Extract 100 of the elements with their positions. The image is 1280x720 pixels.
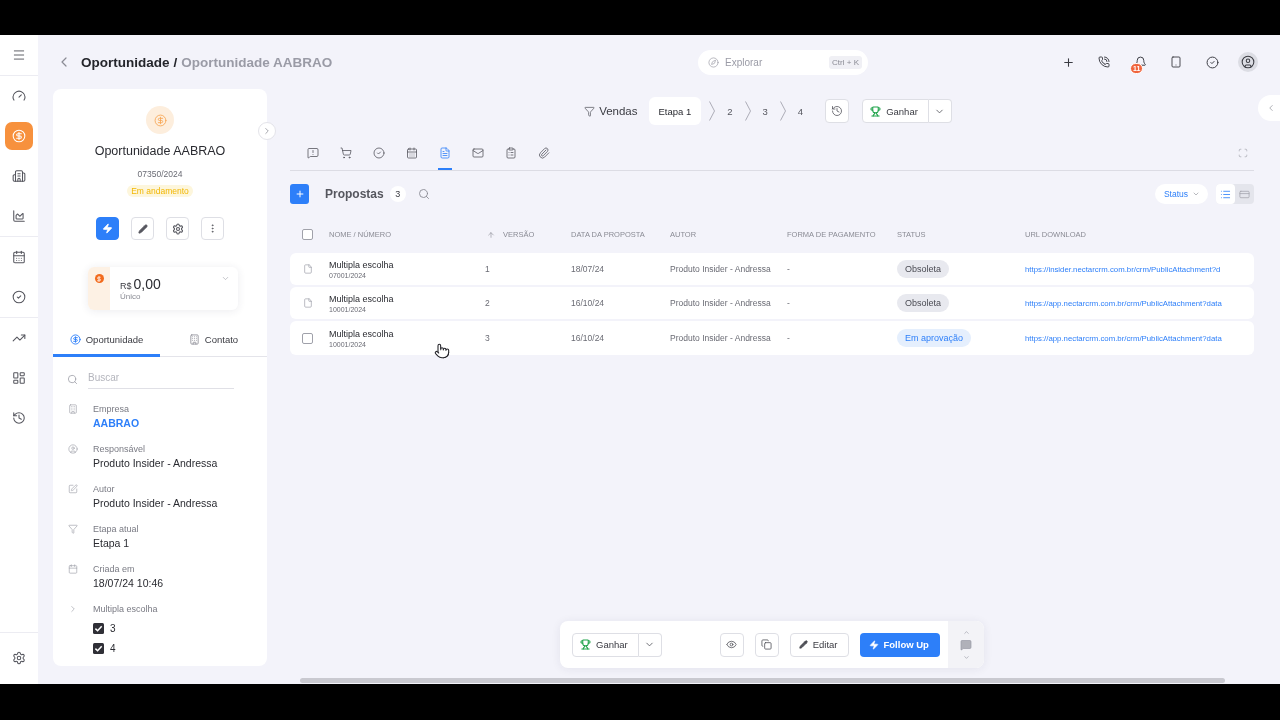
field-value: 18/07/24 10:46 (93, 576, 164, 590)
history-icon (12, 411, 26, 425)
scrollbar[interactable] (300, 678, 1225, 683)
checkbox[interactable] (93, 643, 104, 654)
panel-toggle-button[interactable] (1258, 95, 1280, 121)
add-button[interactable] (290, 184, 309, 204)
select-all-checkbox[interactable] (302, 229, 313, 240)
search-button[interactable] (417, 188, 430, 200)
win-button[interactable]: Ganhar (572, 632, 639, 657)
field-label: Criada em (93, 563, 135, 575)
check-circle-icon (12, 290, 26, 304)
calendar-icon (68, 564, 78, 574)
sort-arrow-icon[interactable] (487, 230, 495, 239)
currency-symbol: R$ (120, 281, 132, 291)
quick-action-button[interactable] (96, 217, 119, 240)
checkbox[interactable] (93, 623, 104, 634)
section-title: Propostas (325, 187, 384, 201)
list-view-button[interactable] (1216, 184, 1235, 204)
settings-button[interactable] (166, 217, 189, 240)
proposal-name: Multipla escolha (329, 328, 394, 339)
chart-icon (12, 209, 26, 223)
document-icon (439, 147, 451, 159)
check-circle-icon (1205, 55, 1219, 69)
field-label: Autor (93, 483, 115, 495)
message-alert-icon (307, 147, 319, 159)
dollar-icon (94, 274, 104, 283)
copy-button[interactable] (754, 632, 779, 657)
funnel-icon (584, 105, 596, 117)
table-cell: - (787, 264, 790, 274)
search-input[interactable]: Explorar (725, 56, 815, 68)
field-label: Responsável (93, 443, 146, 455)
paperclip-icon (538, 147, 550, 159)
feedback-tab[interactable] (948, 621, 984, 668)
settings-icon (12, 651, 26, 665)
search-icon (67, 373, 78, 385)
plus-icon (294, 189, 305, 199)
chevron-right-icon[interactable] (68, 604, 78, 614)
proposal-name: Multipla escolha (329, 259, 394, 270)
trophy-icon (580, 639, 591, 650)
history-button[interactable] (825, 99, 850, 123)
list-icon (1220, 188, 1231, 200)
status-filter[interactable]: Status (1154, 184, 1208, 204)
user-circle-icon (68, 444, 78, 454)
table-cell: Produto Insider - Andressa (670, 298, 771, 308)
search-field[interactable]: Buscar (88, 369, 234, 389)
option-label: 3 (110, 623, 116, 634)
row-checkbox[interactable] (302, 332, 313, 344)
tablet-icon (1170, 56, 1182, 68)
breadcrumb-current: Oportunidade AABRAO (181, 54, 333, 70)
lightning-icon (102, 223, 113, 234)
trophy-icon (870, 105, 882, 117)
gear-icon (171, 222, 184, 235)
count-badge: 3 (389, 186, 406, 202)
dollar-circle-icon (69, 334, 81, 345)
record-number: 07350/2024 (137, 169, 183, 179)
win-button[interactable]: Ganhar (862, 99, 929, 123)
pencil-icon (798, 640, 808, 649)
chevron-separator-icon (744, 101, 751, 121)
follow-up-button[interactable]: Follow Up (859, 632, 940, 657)
field-label: Empresa (93, 403, 129, 415)
plus-icon (1061, 55, 1075, 69)
edit-button[interactable] (131, 217, 154, 240)
stage-step[interactable]: 2 (723, 97, 737, 125)
stage-step[interactable]: 3 (758, 97, 772, 125)
chevron-down-icon (1192, 190, 1200, 198)
chevron-left-icon (1266, 103, 1276, 113)
chevron-separator-icon (709, 101, 716, 121)
field-label: Multipla escolha (93, 603, 158, 615)
field-label: Etapa atual (93, 523, 139, 535)
eye-icon (726, 639, 738, 650)
compass-icon (708, 56, 719, 68)
record-avatar-icon (146, 106, 174, 134)
breadcrumb-separator: / (173, 54, 178, 70)
table-cell: - (787, 298, 790, 308)
breadcrumb-link[interactable]: Oportunidade (81, 54, 170, 70)
avatar-icon (1238, 52, 1258, 72)
edit-button[interactable]: Editar (789, 632, 849, 657)
view-button[interactable] (719, 632, 744, 657)
stage-step[interactable]: Etapa 1 (648, 97, 702, 125)
check-circle-icon (373, 147, 385, 159)
bell-icon (1133, 55, 1147, 69)
building-icon (12, 169, 26, 183)
chevron-down-icon[interactable] (221, 274, 230, 283)
chevron-right-icon (262, 126, 272, 136)
cart-icon (340, 147, 352, 159)
stage-step[interactable]: 4 (793, 97, 808, 125)
pencil-icon (137, 223, 148, 234)
search-icon (417, 188, 430, 200)
keyboard-shortcut: Ctrl + K (829, 55, 862, 69)
tab[interactable]: Contato (160, 325, 267, 357)
tab[interactable]: Oportunidade (53, 325, 160, 357)
table-cell: 16/10/24 (571, 333, 605, 343)
status-badge: Em andamento (127, 185, 193, 197)
field-value: Produto Insider - Andressa (93, 456, 218, 470)
proposal-name: Multipla escolha (329, 293, 394, 304)
table-cell-text: 1 (484, 264, 490, 274)
calendar-icon (406, 147, 418, 159)
chevron-up-icon (962, 628, 970, 636)
clipboard-icon (505, 147, 517, 159)
field-link[interactable]: AABRAO (93, 416, 140, 430)
